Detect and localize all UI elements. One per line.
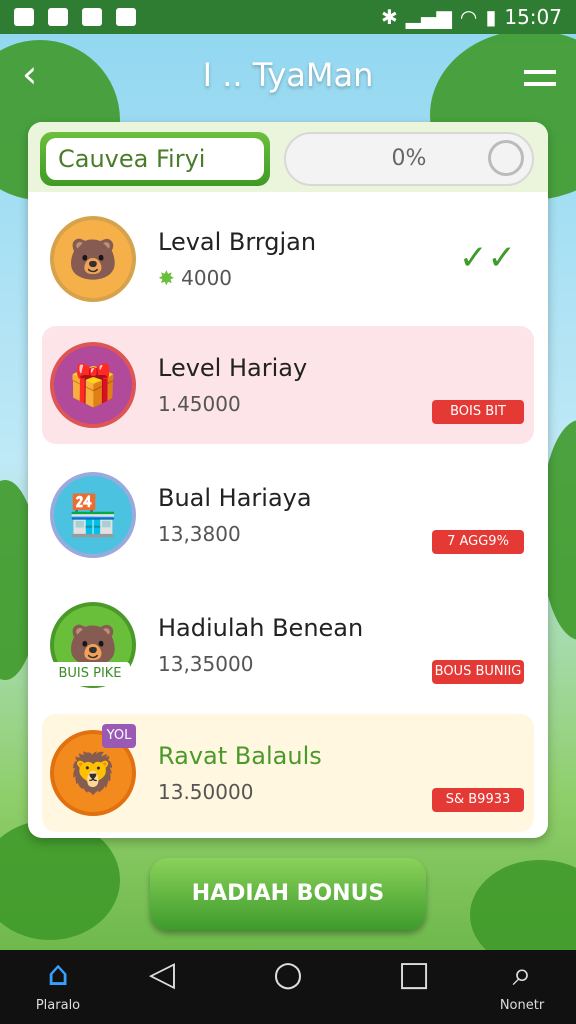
nav-recents[interactable]: □ [364, 950, 464, 1024]
list-item[interactable]: 🦁 YOL Ravat Balauls 13.50000 S& B9933 [42, 714, 534, 832]
action-badge: S& B9933 [432, 788, 524, 812]
status-bar: ✱ ▂▄▆ ◠ ▮ 15:07 [0, 0, 576, 34]
navigation-bar: ⌂ Plaralo ◁ ○ □ ⌕ Nonetr [0, 950, 576, 1024]
action-badge: BOUS BUNIIG [432, 660, 524, 684]
signal-icon [48, 8, 68, 26]
app-bar: ‹ I .. TyaMan [0, 40, 576, 110]
item-value: 13.50000 [158, 780, 254, 804]
gift-box-icon: 🎁 [50, 342, 136, 428]
nav-back[interactable]: ◁ [112, 950, 212, 1024]
item-action[interactable]: ✓✓ [432, 218, 524, 302]
bluetooth-icon: ✱ [380, 5, 398, 29]
back-triangle-icon: ◁ [148, 954, 176, 994]
cell-signal-icon: ▂▄▆ [405, 5, 452, 29]
wifi-icon: ◠ [459, 5, 478, 29]
shield-icon [116, 8, 136, 26]
item-action[interactable]: S& B9933 [432, 732, 524, 816]
item-name: Leval Brrgjan [158, 228, 317, 256]
list-item[interactable]: 🏪 Bual Hariaya 13,3800 7 AGG9% [42, 456, 534, 574]
shop-icon: 🏪 [50, 472, 136, 558]
tab-button[interactable]: Cauvea Firyi [40, 132, 270, 186]
target-icon[interactable] [488, 140, 524, 176]
item-value: ✸ 4000 [158, 266, 233, 290]
search-icon: ⌕ [512, 954, 532, 994]
action-badge: 7 AGG9% [432, 530, 524, 554]
bear-avatar-icon: 🐻 [50, 216, 136, 302]
list-item[interactable]: 🐻 BUIS PIKE Hadiulah Benean 13,35000 BOU… [42, 586, 534, 704]
rewards-panel: Cauvea Firyi 0% 🐻 Leval Brrgjan ✸ 4000 ✓… [28, 122, 548, 838]
item-value: 1.45000 [158, 392, 241, 416]
item-action[interactable]: BOIS BIT [432, 344, 524, 428]
item-name: Hadiulah Benean [158, 614, 364, 642]
avatar-badge: YOL [102, 724, 136, 748]
item-action[interactable]: 7 AGG9% [432, 474, 524, 558]
progress-bar: 0% [284, 132, 534, 186]
home-icon: ⌂ [47, 954, 69, 994]
item-action[interactable]: BOUS BUNIIG [432, 604, 524, 688]
tab-label: Cauvea Firyi [46, 138, 264, 180]
list-item[interactable]: 🐻 Leval Brrgjan ✸ 4000 ✓✓ [42, 200, 534, 318]
item-name: Level Hariay [158, 354, 308, 382]
recents-square-icon: □ [397, 954, 431, 994]
nav-search[interactable]: ⌕ Nonetr [472, 950, 572, 1024]
nav-home-circle[interactable]: ○ [238, 950, 338, 1024]
gallery-icon [14, 8, 34, 26]
page-title: I .. TyaMan [202, 56, 374, 94]
star-icon: ✸ [158, 266, 175, 290]
action-badge: BOIS BIT [432, 400, 524, 424]
avatar-badge: BUIS PIKE [50, 662, 130, 686]
item-value: 13,35000 [158, 652, 254, 676]
list-item[interactable]: 🎁 Level Hariay 1.45000 BOIS BIT [42, 326, 534, 444]
battery-icon: ▮ [485, 5, 497, 29]
panel-top-bar: Cauvea Firyi 0% [28, 122, 548, 192]
mail-icon [82, 8, 102, 26]
nav-home[interactable]: ⌂ Plaralo [8, 950, 108, 1024]
home-circle-icon: ○ [273, 954, 303, 994]
double-check-icon: ✓✓ [459, 238, 516, 278]
item-name: Bual Hariaya [158, 484, 312, 512]
menu-icon[interactable] [524, 70, 556, 86]
bonus-button[interactable]: HADIAH BONUS [150, 858, 426, 930]
item-value: 13,3800 [158, 522, 241, 546]
item-name: Ravat Balauls [158, 742, 322, 770]
status-time: 15:07 [504, 5, 562, 29]
